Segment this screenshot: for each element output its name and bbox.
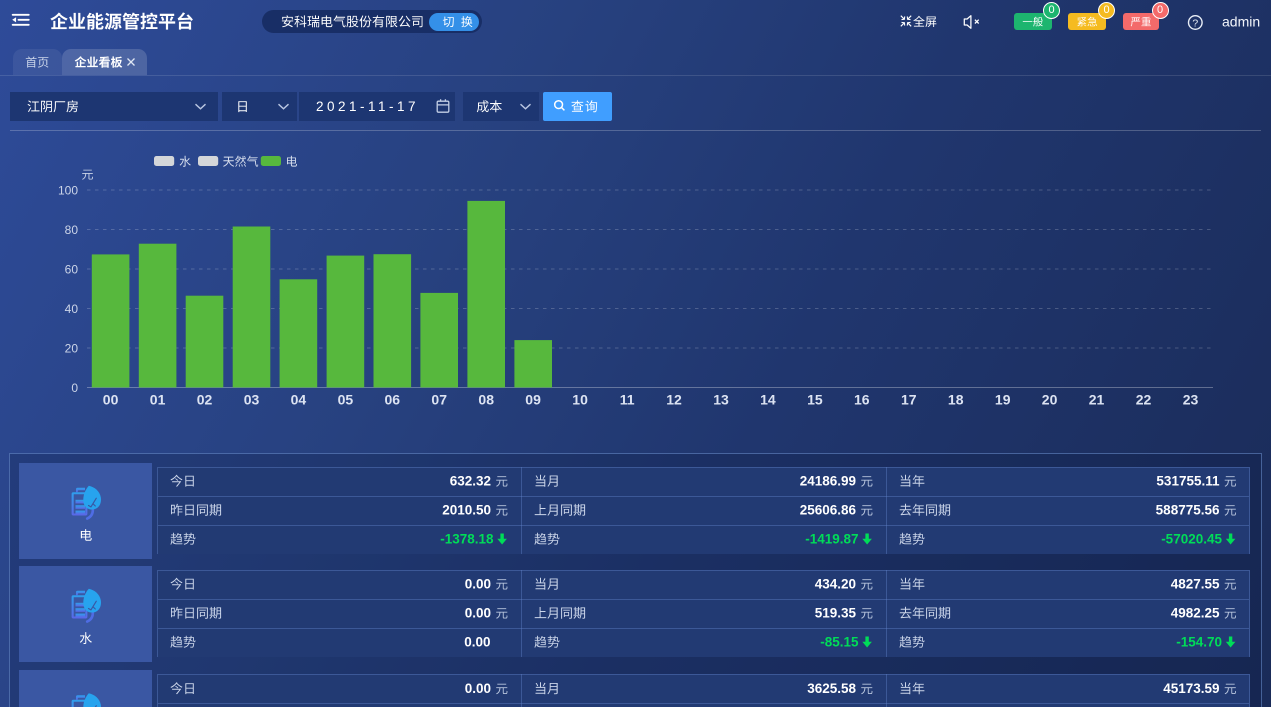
svg-text:4982.25: 4982.25 [1171,606,1220,621]
svg-text:0.00: 0.00 [465,606,491,621]
svg-text:-154.70: -154.70 [1176,635,1222,650]
svg-text:03: 03 [244,392,260,408]
svg-text:588775.56: 588775.56 [1156,503,1220,518]
svg-text:60: 60 [65,262,79,276]
svg-text:20: 20 [65,341,79,355]
svg-text:14: 14 [760,392,776,408]
svg-text:2021-11-17: 2021-11-17 [316,99,419,114]
svg-text:18: 18 [948,392,964,408]
svg-text:?: ? [1192,17,1198,29]
svg-text:0.00: 0.00 [465,681,491,696]
svg-text:45173.59: 45173.59 [1163,681,1219,696]
svg-text:3625.58: 3625.58 [807,681,856,696]
svg-text:10: 10 [572,392,588,408]
svg-text:519.35: 519.35 [815,606,857,621]
svg-text:01: 01 [150,392,166,408]
svg-text:-1378.18: -1378.18 [440,532,494,547]
svg-text:40: 40 [65,302,79,316]
svg-text:80: 80 [65,223,79,237]
svg-text:05: 05 [338,392,354,408]
svg-text:0: 0 [71,381,78,395]
svg-text:11: 11 [620,392,635,408]
svg-text:531755.11: 531755.11 [1156,474,1220,489]
svg-text:2010.50: 2010.50 [442,503,491,518]
svg-text:08: 08 [478,392,494,408]
svg-text:0.00: 0.00 [464,635,490,650]
svg-text:20: 20 [1042,392,1058,408]
svg-text:02: 02 [197,392,213,408]
svg-text:admin: admin [1222,14,1260,30]
svg-text:21: 21 [1089,392,1105,408]
svg-text:17: 17 [901,392,917,408]
svg-text:13: 13 [713,392,729,408]
svg-text:-57020.45: -57020.45 [1161,532,1222,547]
svg-text:09: 09 [525,392,541,408]
svg-text:0.00: 0.00 [465,577,491,592]
svg-text:-85.15: -85.15 [820,635,859,650]
svg-text:100: 100 [58,183,78,197]
svg-text:07: 07 [431,392,447,408]
svg-text:04: 04 [291,392,307,408]
svg-text:632.32: 632.32 [450,474,491,489]
svg-text:25606.86: 25606.86 [800,503,857,518]
svg-text:12: 12 [666,392,682,408]
svg-text:22: 22 [1136,392,1152,408]
svg-text:434.20: 434.20 [815,577,856,592]
svg-text:23: 23 [1183,392,1199,408]
svg-text:16: 16 [854,392,870,408]
svg-text:-1419.87: -1419.87 [805,532,858,547]
svg-text:06: 06 [385,392,401,408]
svg-text:19: 19 [995,392,1011,408]
svg-text:00: 00 [103,392,119,408]
svg-text:15: 15 [807,392,823,408]
svg-text:4827.55: 4827.55 [1171,577,1220,592]
svg-text:24186.99: 24186.99 [800,474,856,489]
